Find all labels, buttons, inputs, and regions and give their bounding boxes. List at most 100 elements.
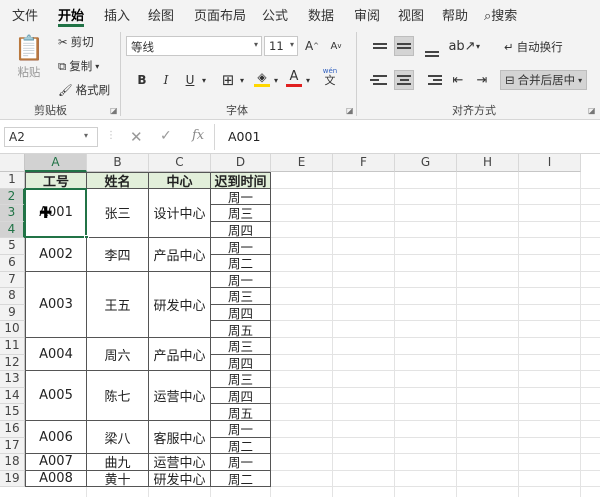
merged-cell-name[interactable]: 李四: [87, 238, 149, 272]
cut-button[interactable]: ✂ 剪切: [58, 34, 94, 50]
merged-cell-name[interactable]: 陈七: [87, 371, 149, 421]
row-header-18[interactable]: 18: [0, 454, 25, 471]
decrease-font-size-icon[interactable]: Av: [326, 36, 346, 56]
row-header-17[interactable]: 17: [0, 437, 25, 455]
merged-cell-id[interactable]: A006: [25, 421, 87, 455]
decrease-indent-icon[interactable]: ⇤: [448, 70, 468, 90]
column-header-i[interactable]: I: [519, 154, 581, 172]
worksheet-grid[interactable]: A B C D E F G H I 1 2 3 4 5 6 7 8 9 10 11 12 13 14 15 16 17 18 19 工号…: [0, 154, 600, 497]
bold-button[interactable]: B: [132, 70, 152, 90]
merged-cell-center[interactable]: 研发中心: [149, 470, 211, 488]
paste-button[interactable]: 📋 粘贴: [14, 34, 44, 80]
chevron-down-icon[interactable]: ▾: [84, 131, 88, 140]
align-left-icon[interactable]: [370, 70, 390, 90]
column-header-e[interactable]: E: [271, 154, 333, 172]
merged-cell-id[interactable]: A002: [25, 238, 87, 272]
row-header-10[interactable]: 10: [0, 321, 25, 338]
row-header-12[interactable]: 12: [0, 354, 25, 372]
chevron-down-icon[interactable]: ▾: [472, 36, 484, 56]
font-name-select[interactable]: 等线 ▾: [126, 36, 262, 56]
chevron-down-icon[interactable]: ▾: [198, 70, 210, 90]
chevron-down-icon[interactable]: ▾: [236, 70, 248, 90]
dialog-launcher-icon[interactable]: ◪: [588, 106, 596, 115]
row-header-1[interactable]: 1: [0, 172, 25, 189]
copy-button[interactable]: ⧉ 复制 ▾: [58, 58, 99, 74]
merged-cell-center[interactable]: 设计中心: [149, 188, 211, 239]
tab-insert[interactable]: 插入: [104, 5, 130, 24]
align-right-icon[interactable]: [422, 70, 442, 90]
column-header-h[interactable]: H: [457, 154, 519, 172]
late-day-cell[interactable]: 周二: [211, 470, 271, 488]
align-center-icon[interactable]: [394, 70, 414, 90]
row-header-3[interactable]: 3: [0, 205, 25, 222]
merged-cell-center[interactable]: 研发中心: [149, 271, 211, 338]
italic-button[interactable]: I: [156, 70, 176, 90]
row-header-8[interactable]: 8: [0, 288, 25, 305]
row-header-14[interactable]: 14: [0, 387, 25, 405]
row-header-11[interactable]: 11: [0, 338, 25, 355]
row-header-16[interactable]: 16: [0, 421, 25, 438]
column-header-a[interactable]: A: [25, 154, 87, 172]
row-header-7[interactable]: 7: [0, 271, 25, 289]
merged-cell-id[interactable]: A005: [25, 371, 87, 421]
select-all-corner[interactable]: [0, 154, 25, 172]
tab-view[interactable]: 视图: [398, 5, 424, 24]
header-cell-id[interactable]: 工号: [25, 172, 87, 190]
increase-font-size-icon[interactable]: A ^: [302, 36, 322, 56]
formula-input[interactable]: A001: [228, 129, 260, 144]
merged-cell-name[interactable]: 王五: [87, 271, 149, 338]
tab-formulas[interactable]: 公式: [262, 5, 288, 24]
row-header-19[interactable]: 19: [0, 470, 25, 488]
merged-cell-name[interactable]: 张三: [87, 188, 149, 239]
column-header-c[interactable]: C: [149, 154, 211, 172]
merged-cell-center[interactable]: 产品中心: [149, 238, 211, 272]
tab-page-layout[interactable]: 页面布局: [194, 5, 246, 24]
tab-draw[interactable]: 绘图: [148, 5, 174, 24]
merged-cell-center[interactable]: 客服中心: [149, 421, 211, 455]
column-header-g[interactable]: G: [395, 154, 457, 172]
format-painter-button[interactable]: 🖌 格式刷: [58, 82, 110, 98]
text-orientation-icon[interactable]: ab↗: [448, 36, 475, 56]
font-size-select[interactable]: 11 ▾: [264, 36, 298, 56]
merged-cell-id[interactable]: A004: [25, 338, 87, 372]
merge-center-button[interactable]: ⊟ 合并后居中 ▾: [500, 70, 588, 90]
tab-file[interactable]: 文件: [12, 5, 38, 24]
dialog-launcher-icon[interactable]: ◪: [110, 106, 118, 115]
align-middle-icon[interactable]: [394, 36, 414, 56]
align-top-icon[interactable]: [370, 36, 390, 56]
dialog-launcher-icon[interactable]: ◪: [346, 106, 354, 115]
merged-cell-center[interactable]: 运营中心: [149, 371, 211, 421]
merged-cell-id[interactable]: A007: [25, 454, 87, 471]
header-cell-name[interactable]: 姓名: [87, 172, 149, 190]
tab-data[interactable]: 数据: [308, 5, 334, 24]
row-header-4[interactable]: 4: [0, 221, 25, 239]
merged-cell-name[interactable]: 梁八: [87, 421, 149, 455]
fill-color-icon[interactable]: ◈: [252, 68, 272, 88]
chevron-down-icon[interactable]: ▾: [302, 70, 314, 90]
tab-review[interactable]: 审阅: [354, 5, 380, 24]
phonetic-guide-icon[interactable]: wén 文: [320, 66, 340, 86]
increase-indent-icon[interactable]: ⇥: [472, 70, 492, 90]
chevron-down-icon[interactable]: ▾: [270, 70, 282, 90]
underline-button[interactable]: U: [180, 70, 200, 90]
row-header-13[interactable]: 13: [0, 371, 25, 388]
insert-function-icon[interactable]: fx: [192, 128, 204, 143]
cancel-icon[interactable]: ✕: [130, 128, 143, 146]
merged-cell-name[interactable]: 黄十: [87, 470, 149, 488]
tab-search[interactable]: ⌕搜索: [484, 5, 517, 24]
column-header-d[interactable]: D: [211, 154, 271, 172]
column-header-f[interactable]: F: [333, 154, 395, 172]
tab-home[interactable]: 开始: [58, 5, 84, 24]
row-header-6[interactable]: 6: [0, 255, 25, 272]
header-cell-center[interactable]: 中心: [149, 172, 211, 190]
row-header-9[interactable]: 9: [0, 304, 25, 322]
column-header-b[interactable]: B: [87, 154, 149, 172]
splitter-icon[interactable]: ⋮: [106, 130, 116, 141]
tab-help[interactable]: 帮助: [442, 5, 468, 24]
row-header-5[interactable]: 5: [0, 238, 25, 255]
row-header-15[interactable]: 15: [0, 404, 25, 421]
row-header-2[interactable]: 2: [0, 188, 25, 206]
merged-cell-id[interactable]: A003: [25, 271, 87, 338]
merged-cell-id[interactable]: A008: [25, 470, 87, 488]
merged-cell-center[interactable]: 产品中心: [149, 338, 211, 372]
